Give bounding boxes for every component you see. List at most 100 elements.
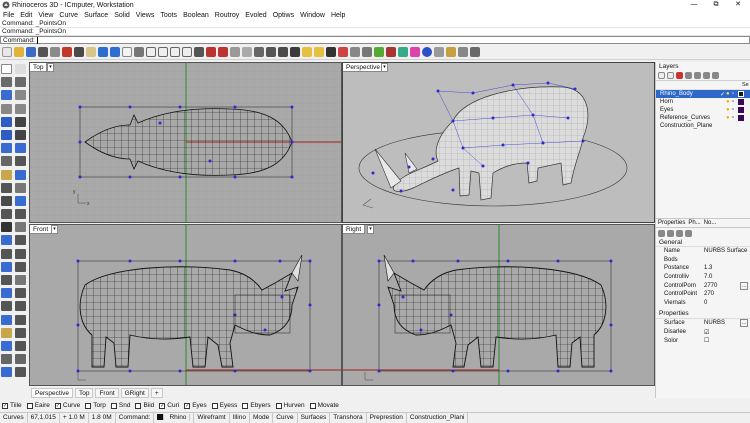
maximize-button[interactable]: ⧉: [706, 0, 726, 10]
tab-properties[interactable]: Properties: [658, 220, 685, 226]
menu-options[interactable]: Optiws: [273, 12, 294, 19]
options-icon[interactable]: [446, 46, 456, 57]
tools-icon[interactable]: [434, 46, 444, 57]
rotate-icon[interactable]: [1, 261, 12, 272]
osnap-snd[interactable]: Snd: [110, 402, 130, 409]
select-icon[interactable]: [350, 46, 360, 57]
select-arrow-icon[interactable]: [1, 64, 12, 74]
extrude-icon[interactable]: [15, 182, 26, 193]
analyze-icon[interactable]: [374, 46, 384, 57]
new-sublayer-icon[interactable]: [667, 72, 674, 79]
rotate-view-icon[interactable]: [134, 46, 144, 57]
tab-front[interactable]: Front: [95, 387, 119, 398]
prop-value[interactable]: NURBS Surface: [704, 248, 747, 254]
layer-row-rhino-body[interactable]: Rhino_Body ✓ ● ▫: [656, 90, 750, 98]
menu-curve[interactable]: Curve: [59, 12, 78, 19]
cylinder-icon[interactable]: [1, 182, 12, 193]
freeform-icon[interactable]: [1, 129, 12, 140]
prop-row-controlporn[interactable]: ControlPorn 2770...: [656, 281, 750, 290]
box-icon[interactable]: [1, 169, 12, 180]
undo-icon[interactable]: [98, 46, 108, 57]
lock-icon[interactable]: ▫: [732, 107, 734, 113]
move-up-icon[interactable]: [685, 72, 692, 79]
viewport-label-perspective[interactable]: Perspective: [343, 63, 384, 72]
polyline-icon[interactable]: [15, 77, 26, 88]
tab-top[interactable]: Top: [74, 387, 94, 398]
group-icon[interactable]: [1, 301, 12, 312]
loft-icon[interactable]: [15, 143, 26, 154]
grid-icon[interactable]: [242, 46, 252, 57]
prop-row-surface[interactable]: Surface NURBS...: [656, 319, 750, 328]
open-folder-icon[interactable]: [14, 46, 24, 57]
osnap-curve[interactable]: ✓ Curve: [54, 402, 80, 409]
texture-icon[interactable]: [676, 229, 683, 237]
polygon-icon[interactable]: [15, 116, 26, 127]
prop-value[interactable]: 0: [704, 300, 707, 306]
script-icon[interactable]: [15, 354, 26, 365]
menu-window[interactable]: Window: [300, 12, 325, 19]
menu-views[interactable]: Views: [136, 12, 155, 19]
layer-color-swatch[interactable]: [738, 115, 744, 121]
scale-icon[interactable]: [15, 261, 26, 272]
prop-row-solor[interactable]: Solor ☐: [656, 336, 750, 345]
menu-tools[interactable]: Toots: [160, 12, 177, 19]
chevron-down-icon[interactable]: ▾: [51, 225, 58, 234]
layer-current-check-icon[interactable]: ✓: [720, 91, 725, 98]
render-icon[interactable]: [218, 46, 228, 57]
checkbox-icon[interactable]: [110, 402, 117, 409]
checkbox-icon[interactable]: [211, 402, 218, 409]
text-icon[interactable]: [15, 129, 26, 140]
minimize-button[interactable]: —: [684, 0, 704, 10]
new-layer-icon[interactable]: [658, 72, 665, 79]
fillet-icon[interactable]: [1, 235, 12, 246]
prop-value[interactable]: 1.3: [704, 265, 712, 271]
car-shade-icon[interactable]: [206, 46, 216, 57]
checkbox-icon[interactable]: [85, 402, 92, 409]
redo-icon[interactable]: [110, 46, 120, 57]
status-wireframe[interactable]: Wireframt: [194, 412, 230, 423]
display-mode-icon[interactable]: [410, 46, 420, 57]
checkbox-icon[interactable]: [242, 402, 249, 409]
command-prompt-input[interactable]: Command:: [0, 36, 750, 44]
tab-physical[interactable]: Ph...: [688, 220, 700, 226]
help-icon[interactable]: [458, 46, 468, 57]
viewport-front[interactable]: Front ▾: [29, 224, 342, 386]
revolve-icon[interactable]: [15, 156, 26, 167]
chevron-down-icon[interactable]: ▾: [381, 63, 388, 72]
object-color-icon[interactable]: [338, 46, 348, 57]
import-icon[interactable]: [50, 46, 60, 57]
layer-color-swatch[interactable]: [738, 91, 744, 97]
history-icon[interactable]: [15, 340, 26, 351]
cut-icon[interactable]: [62, 46, 72, 57]
lightbulb-icon[interactable]: ●: [726, 107, 730, 113]
prop-value[interactable]: 270: [704, 291, 714, 297]
status-transhora[interactable]: Transhora: [330, 412, 367, 423]
viewport-label-front[interactable]: Front: [30, 225, 53, 234]
prop-checkbox[interactable]: ☑: [704, 329, 709, 336]
menu-file[interactable]: File: [3, 12, 14, 19]
set-view-icon[interactable]: [278, 46, 288, 57]
osnap-curi[interactable]: ✓ Curi: [159, 402, 179, 409]
filter-icon[interactable]: [703, 72, 710, 79]
status-preprestion[interactable]: Preprestion: [367, 412, 407, 423]
settings-tool-icon[interactable]: [15, 367, 26, 378]
prop-row-name[interactable]: Name NURBS Surface: [656, 247, 750, 256]
zoom-window-icon[interactable]: [158, 46, 168, 57]
move-icon[interactable]: [1, 248, 12, 259]
menu-view[interactable]: View: [38, 12, 53, 19]
osnap-movate[interactable]: Movate: [309, 402, 339, 409]
lightbulb-icon[interactable]: ●: [726, 115, 730, 121]
hatch-icon[interactable]: [15, 288, 26, 299]
material-tab-icon[interactable]: [667, 229, 674, 237]
osnap-eaire[interactable]: Eaire: [26, 402, 50, 409]
lightbulb-icon[interactable]: ●: [726, 91, 730, 97]
status-construction-plane[interactable]: Construction_Plani: [407, 412, 469, 423]
lock-icon[interactable]: [386, 46, 396, 57]
osnap-eyess[interactable]: Eyess: [211, 402, 237, 409]
point-icon[interactable]: [15, 64, 26, 74]
osnap-eyes[interactable]: ✓ Eyes: [184, 402, 207, 409]
mesh-icon[interactable]: [1, 195, 12, 206]
copy-tool-icon[interactable]: [15, 248, 26, 259]
lightbulb-icon[interactable]: [302, 46, 312, 57]
tab-notes[interactable]: No...: [704, 220, 717, 226]
